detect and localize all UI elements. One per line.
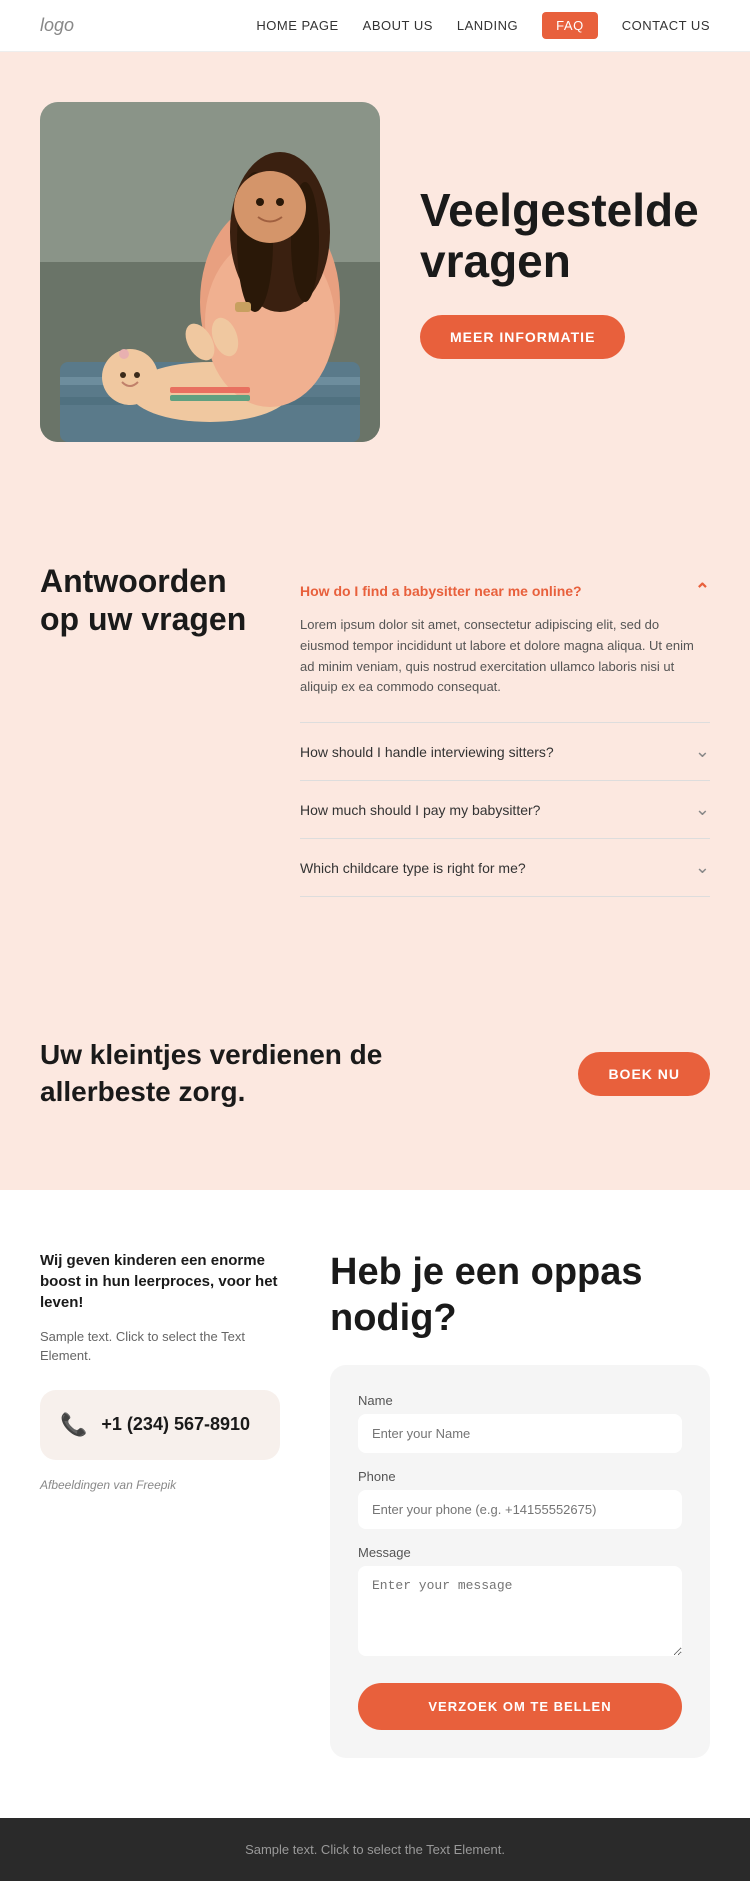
faq-question-1[interactable]: How do I find a babysitter near me onlin… — [300, 580, 710, 601]
faq-question-4[interactable]: Which childcare type is right for me? ⌄ — [300, 857, 710, 878]
contact-section: Wij geven kinderen een enorme boost in h… — [0, 1190, 750, 1818]
message-field-group: Message — [358, 1545, 682, 1661]
faq-question-text-4: Which childcare type is right for me? — [300, 860, 526, 876]
nav-faq[interactable]: FAQ — [542, 12, 598, 39]
faq-left: Antwoorden op uw vragen — [40, 562, 260, 897]
phone-box: 📞 +1 (234) 567-8910 — [40, 1390, 280, 1460]
freepik-text: Afbeeldingen van Freepik — [40, 1478, 176, 1492]
message-input[interactable] — [358, 1566, 682, 1656]
faq-item-1: How do I find a babysitter near me onlin… — [300, 562, 710, 723]
chevron-down-icon-3: ⌄ — [695, 799, 710, 820]
hero-title: Veelgestelde vragen — [420, 185, 710, 286]
nav-links: HOME PAGE ABOUT US LANDING FAQ CONTACT U… — [256, 12, 710, 39]
logo: logo — [40, 15, 74, 36]
name-input[interactable] — [358, 1414, 682, 1453]
hero-image — [40, 102, 380, 442]
phone-input[interactable] — [358, 1490, 682, 1529]
message-label: Message — [358, 1545, 682, 1560]
contact-left-heading: Wij geven kinderen een enorme boost in h… — [40, 1250, 280, 1313]
faq-section: Antwoorden op uw vragen How do I find a … — [0, 502, 750, 977]
contact-right: Heb je een oppas nodig? Name Phone Messa… — [330, 1250, 710, 1758]
phone-icon: 📞 — [60, 1412, 87, 1438]
phone-label: Phone — [358, 1469, 682, 1484]
contact-form-card: Name Phone Message VERZOEK OM TE BELLEN — [330, 1365, 710, 1758]
form-heading: Heb je een oppas nodig? — [330, 1250, 710, 1341]
nav-landing[interactable]: LANDING — [457, 18, 518, 33]
faq-inner: Antwoorden op uw vragen How do I find a … — [40, 562, 710, 897]
footer: Sample text. Click to select the Text El… — [0, 1818, 750, 1881]
hero-section: Veelgestelde vragen MEER INFORMATIE — [0, 52, 750, 502]
chevron-down-icon-2: ⌄ — [695, 741, 710, 762]
faq-item-3: How much should I pay my babysitter? ⌄ — [300, 781, 710, 839]
chevron-down-icon-4: ⌄ — [695, 857, 710, 878]
faq-heading: Antwoorden op uw vragen — [40, 562, 260, 639]
faq-item-2: How should I handle interviewing sitters… — [300, 723, 710, 781]
submit-button[interactable]: VERZOEK OM TE BELLEN — [358, 1683, 682, 1730]
name-field-group: Name — [358, 1393, 682, 1453]
faq-item-4: Which childcare type is right for me? ⌄ — [300, 839, 710, 897]
cta-text: Uw kleintjes verdienen de allerbeste zor… — [40, 1037, 400, 1110]
contact-subtext: Sample text. Click to select the Text El… — [40, 1327, 280, 1366]
phone-number: +1 (234) 567-8910 — [101, 1414, 250, 1435]
faq-answer-1: Lorem ipsum dolor sit amet, consectetur … — [300, 601, 710, 704]
boek-nu-button[interactable]: BOEK NU — [578, 1052, 710, 1096]
faq-question-text-3: How much should I pay my babysitter? — [300, 802, 540, 818]
faq-list: How do I find a babysitter near me onlin… — [300, 562, 710, 897]
phone-field-group: Phone — [358, 1469, 682, 1529]
nav-home[interactable]: HOME PAGE — [256, 18, 338, 33]
freepik-note: Afbeeldingen van Freepik — [40, 1478, 280, 1492]
navbar: logo HOME PAGE ABOUT US LANDING FAQ CONT… — [0, 0, 750, 52]
chevron-up-icon-1: ⌃ — [695, 580, 710, 601]
faq-question-3[interactable]: How much should I pay my babysitter? ⌄ — [300, 799, 710, 820]
faq-question-2[interactable]: How should I handle interviewing sitters… — [300, 741, 710, 762]
meer-informatie-button[interactable]: MEER INFORMATIE — [420, 315, 625, 359]
faq-question-text-2: How should I handle interviewing sitters… — [300, 744, 554, 760]
footer-text: Sample text. Click to select the Text El… — [40, 1842, 710, 1857]
faq-question-text-1: How do I find a babysitter near me onlin… — [300, 583, 582, 599]
nav-about[interactable]: ABOUT US — [363, 18, 433, 33]
nav-contact[interactable]: CONTACT US — [622, 18, 710, 33]
contact-left: Wij geven kinderen een enorme boost in h… — [40, 1250, 280, 1758]
cta-section: Uw kleintjes verdienen de allerbeste zor… — [0, 977, 750, 1190]
name-label: Name — [358, 1393, 682, 1408]
hero-text: Veelgestelde vragen MEER INFORMATIE — [420, 185, 710, 358]
